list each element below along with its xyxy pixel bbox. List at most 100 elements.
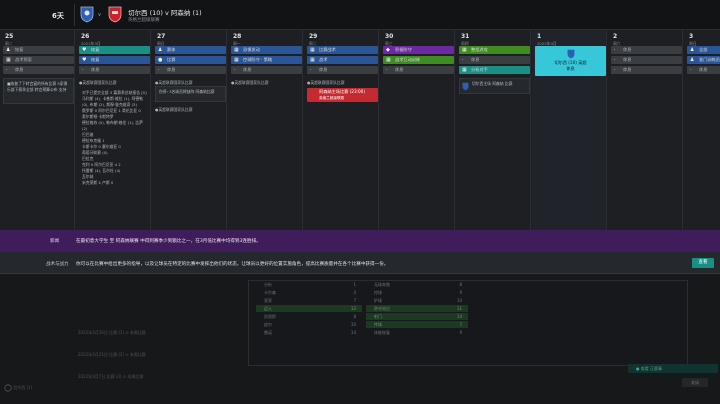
history-item: 2022年3月16日 比赛 (1) ⊙ 本周比赛 xyxy=(78,330,146,335)
session-slot[interactable]: · 休息 xyxy=(307,66,378,74)
event-line[interactable]: ●英超联赛国家队比赛 xyxy=(155,107,192,113)
crest-icon xyxy=(462,82,469,91)
club-footer: 切尔西 (1) xyxy=(4,384,32,392)
day-number: 27 xyxy=(157,33,166,40)
session-slot[interactable]: ▦ 恐惧发动 xyxy=(231,46,302,54)
session-slot[interactable]: ▦ 战术 xyxy=(307,56,378,64)
attribute-row: 防守站位 11 xyxy=(366,305,468,312)
attribute-row: 控球 9 xyxy=(374,290,462,295)
session-slot[interactable]: · 休息 xyxy=(3,66,74,74)
session-slot[interactable]: ♥ 恢复 xyxy=(79,46,150,54)
board-icon: ▦ xyxy=(234,57,239,63)
session-slot[interactable]: ▦ 整组进攻 xyxy=(459,46,530,54)
banner-message: 在最初意大学生 至 阿森纳联赛 中得到赛季少到额比之一，在3月低比赛中均得到3连… xyxy=(76,239,261,244)
attribute-row: 无球奔跑 8 xyxy=(374,282,462,287)
session-slot[interactable]: ♟ 准门训练员 xyxy=(687,56,720,64)
day-column[interactable]: 1 2022年4月 切尔西 (10) 英超 休息 xyxy=(532,30,607,230)
day-column[interactable]: 29 周二 ▦ 比赛战术 ▦ 战术 · 休息 ●英超联赛国家队比赛 阿森纳主场比赛 (… xyxy=(304,30,379,230)
day-column[interactable]: 28 周一 ▦ 恐惧发动 ▦ 控球防守 · 策略 · 休息 ●英超联赛国家队比赛 xyxy=(228,30,303,230)
match-slot[interactable]: 阿森纳主场比赛 (23:00) 英格兰超级联赛 xyxy=(307,88,378,102)
day-number: 31 xyxy=(461,33,470,40)
event-line[interactable]: ●英超联赛国家队比赛 xyxy=(231,80,268,86)
board-icon: ▦ xyxy=(462,67,467,73)
schedule-calendar: 25 周二 ♟ 恢复 ▦ 战术预案 · 休息 ■恢复了下转会窗的所有比赛 5家俱乐部下… xyxy=(0,30,720,230)
day-number: 29 xyxy=(309,33,318,40)
circle-icon xyxy=(4,384,12,392)
day-column[interactable]: 31 周四 ▦ 整组进攻 · 休息 ▦ 分析对手 切尔西主场 阿森纳 比赛 xyxy=(456,30,531,230)
event-line[interactable]: ●英超联赛国家队比赛 xyxy=(307,80,344,86)
home-crest-icon xyxy=(80,6,94,23)
day-number: 3 xyxy=(689,33,694,40)
day-column[interactable]: 27 周日 ♟ 赛体 ● 比赛 · 休息 ●英超联赛国家队比赛 伤停: 3名球员将缺阵… xyxy=(152,30,227,230)
session-slot[interactable]: ♟ 恢复 xyxy=(3,46,74,54)
session-slot[interactable]: · 休息 xyxy=(687,66,720,74)
session-slot[interactable]: · 休息 xyxy=(611,46,682,54)
player-row[interactable]: 分析 1 xyxy=(256,281,362,288)
session-slot[interactable]: ◆ 积极防守 xyxy=(383,46,454,54)
person-icon: ♟ xyxy=(690,47,695,53)
person-icon: ♟ xyxy=(158,47,163,53)
day-number: 30 xyxy=(385,33,394,40)
session-slot[interactable]: ▦ 分析对手 xyxy=(459,66,530,74)
session-slot[interactable]: · 休息 xyxy=(79,66,150,74)
rest-icon: · xyxy=(462,57,464,63)
day-number: 25 xyxy=(5,33,14,40)
session-slot[interactable]: · 休息 xyxy=(231,66,302,74)
session-slot[interactable]: ♟ 赛体 xyxy=(155,46,226,54)
session-slot[interactable]: ♟ 全部 xyxy=(687,46,720,54)
match-day-slot[interactable]: 切尔西 (10) 英超 休息 xyxy=(535,46,606,76)
day-column[interactable]: 30 周三 ◆ 积极防守 ▦ 战术互动训练 · 休息 xyxy=(380,30,455,230)
history-item: 2022年3月21日 比赛 (2) ⊙ 本周比赛 xyxy=(78,352,146,357)
close-button[interactable]: 关闭 xyxy=(682,378,708,387)
board-icon: ▦ xyxy=(462,47,467,53)
ball-icon: ● xyxy=(158,57,163,63)
away-crest-icon xyxy=(108,6,122,23)
session-slot[interactable]: ● 比赛 xyxy=(155,56,226,64)
session-slot[interactable]: · 休息 xyxy=(611,66,682,74)
session-slot[interactable]: ▦ 战术互动训练 xyxy=(383,56,454,64)
attribute-row: 体能恢复 9 xyxy=(374,330,462,335)
event-card[interactable]: ■恢复了下转会窗的所有比赛 5家俱乐部下赛季全部 转会预算公布 支持 xyxy=(3,78,74,104)
player-row[interactable]: 卡尔森 4 xyxy=(256,289,362,296)
days-remaining: 6天 xyxy=(52,12,64,20)
view-event-button[interactable]: ● 查看 正赛事 xyxy=(628,364,718,373)
player-row[interactable]: 凯恩斯 8 xyxy=(256,313,362,320)
day-column[interactable]: 26 2022年3月 ♥ 恢复 ♥ 恢复 · 休息 ●英超联赛国家队比赛 对手已提交全… xyxy=(76,30,151,230)
session-slot[interactable]: · 休息 xyxy=(155,66,226,74)
board-icon: ▦ xyxy=(310,47,315,53)
banner-label: 新闻 xyxy=(50,239,59,244)
player-row[interactable]: 雷诺 14 xyxy=(256,329,362,336)
shield-icon: ◆ xyxy=(386,47,390,53)
event-line[interactable]: ●英超联赛国家队比赛 xyxy=(79,80,116,86)
match-preview-card[interactable]: 切尔西主场 阿森纳 比赛 xyxy=(459,78,530,94)
session-slot[interactable]: · 休息 xyxy=(459,56,530,64)
session-slot[interactable]: ▦ 战术预案 xyxy=(3,56,74,64)
news-banner[interactable]: 新闻 在最初意大学生 至 阿森纳联赛 中得到赛季少到额比之一，在3月低比赛中均得… xyxy=(0,230,720,252)
player-row[interactable]: 皇家 7 xyxy=(256,297,362,304)
advice-label: 战术与战力 xyxy=(46,262,69,267)
rest-icon: · xyxy=(158,67,160,73)
view-button[interactable]: 查看 xyxy=(692,258,714,268)
session-slot[interactable]: · 休息 xyxy=(383,66,454,74)
match-title[interactable]: 切尔西 (10) v 阿森纳 (1) xyxy=(128,7,202,17)
injury-card[interactable]: 伤停: 3名球员将缺阵 阿森纳比赛 xyxy=(155,86,226,102)
day-number: 28 xyxy=(233,33,242,40)
rest-icon: · xyxy=(6,67,8,73)
rest-icon: · xyxy=(614,57,616,63)
person-icon: ♟ xyxy=(6,47,11,53)
attribute-row: 射门 14 xyxy=(366,313,468,320)
day-column[interactable]: 25 周二 ♟ 恢复 ▦ 战术预案 · 休息 ■恢复了下转会窗的所有比赛 5家俱乐部下… xyxy=(0,30,75,230)
player-row[interactable]: 皮尔 10 xyxy=(256,321,362,328)
heart-icon: ♥ xyxy=(82,57,87,63)
session-slot[interactable]: · 休息 xyxy=(611,56,682,64)
divider xyxy=(74,4,75,26)
player-row[interactable]: 迈入 12 xyxy=(256,305,362,312)
heart-icon: ♥ xyxy=(82,47,87,53)
session-slot[interactable]: ▦ 控球防守 · 策略 xyxy=(231,56,302,64)
session-slot[interactable]: ♥ 恢复 xyxy=(79,56,150,64)
day-column[interactable]: 3 周日 ♟ 全部 ♟ 准门训练员 · 休息 xyxy=(684,30,720,230)
board-icon: ▦ xyxy=(6,57,11,63)
attribute-row: 传球 7 xyxy=(366,321,468,328)
session-slot[interactable]: ▦ 比赛战术 xyxy=(307,46,378,54)
day-column[interactable]: 2 周六 · 休息 · 休息 · 休息 xyxy=(608,30,683,230)
